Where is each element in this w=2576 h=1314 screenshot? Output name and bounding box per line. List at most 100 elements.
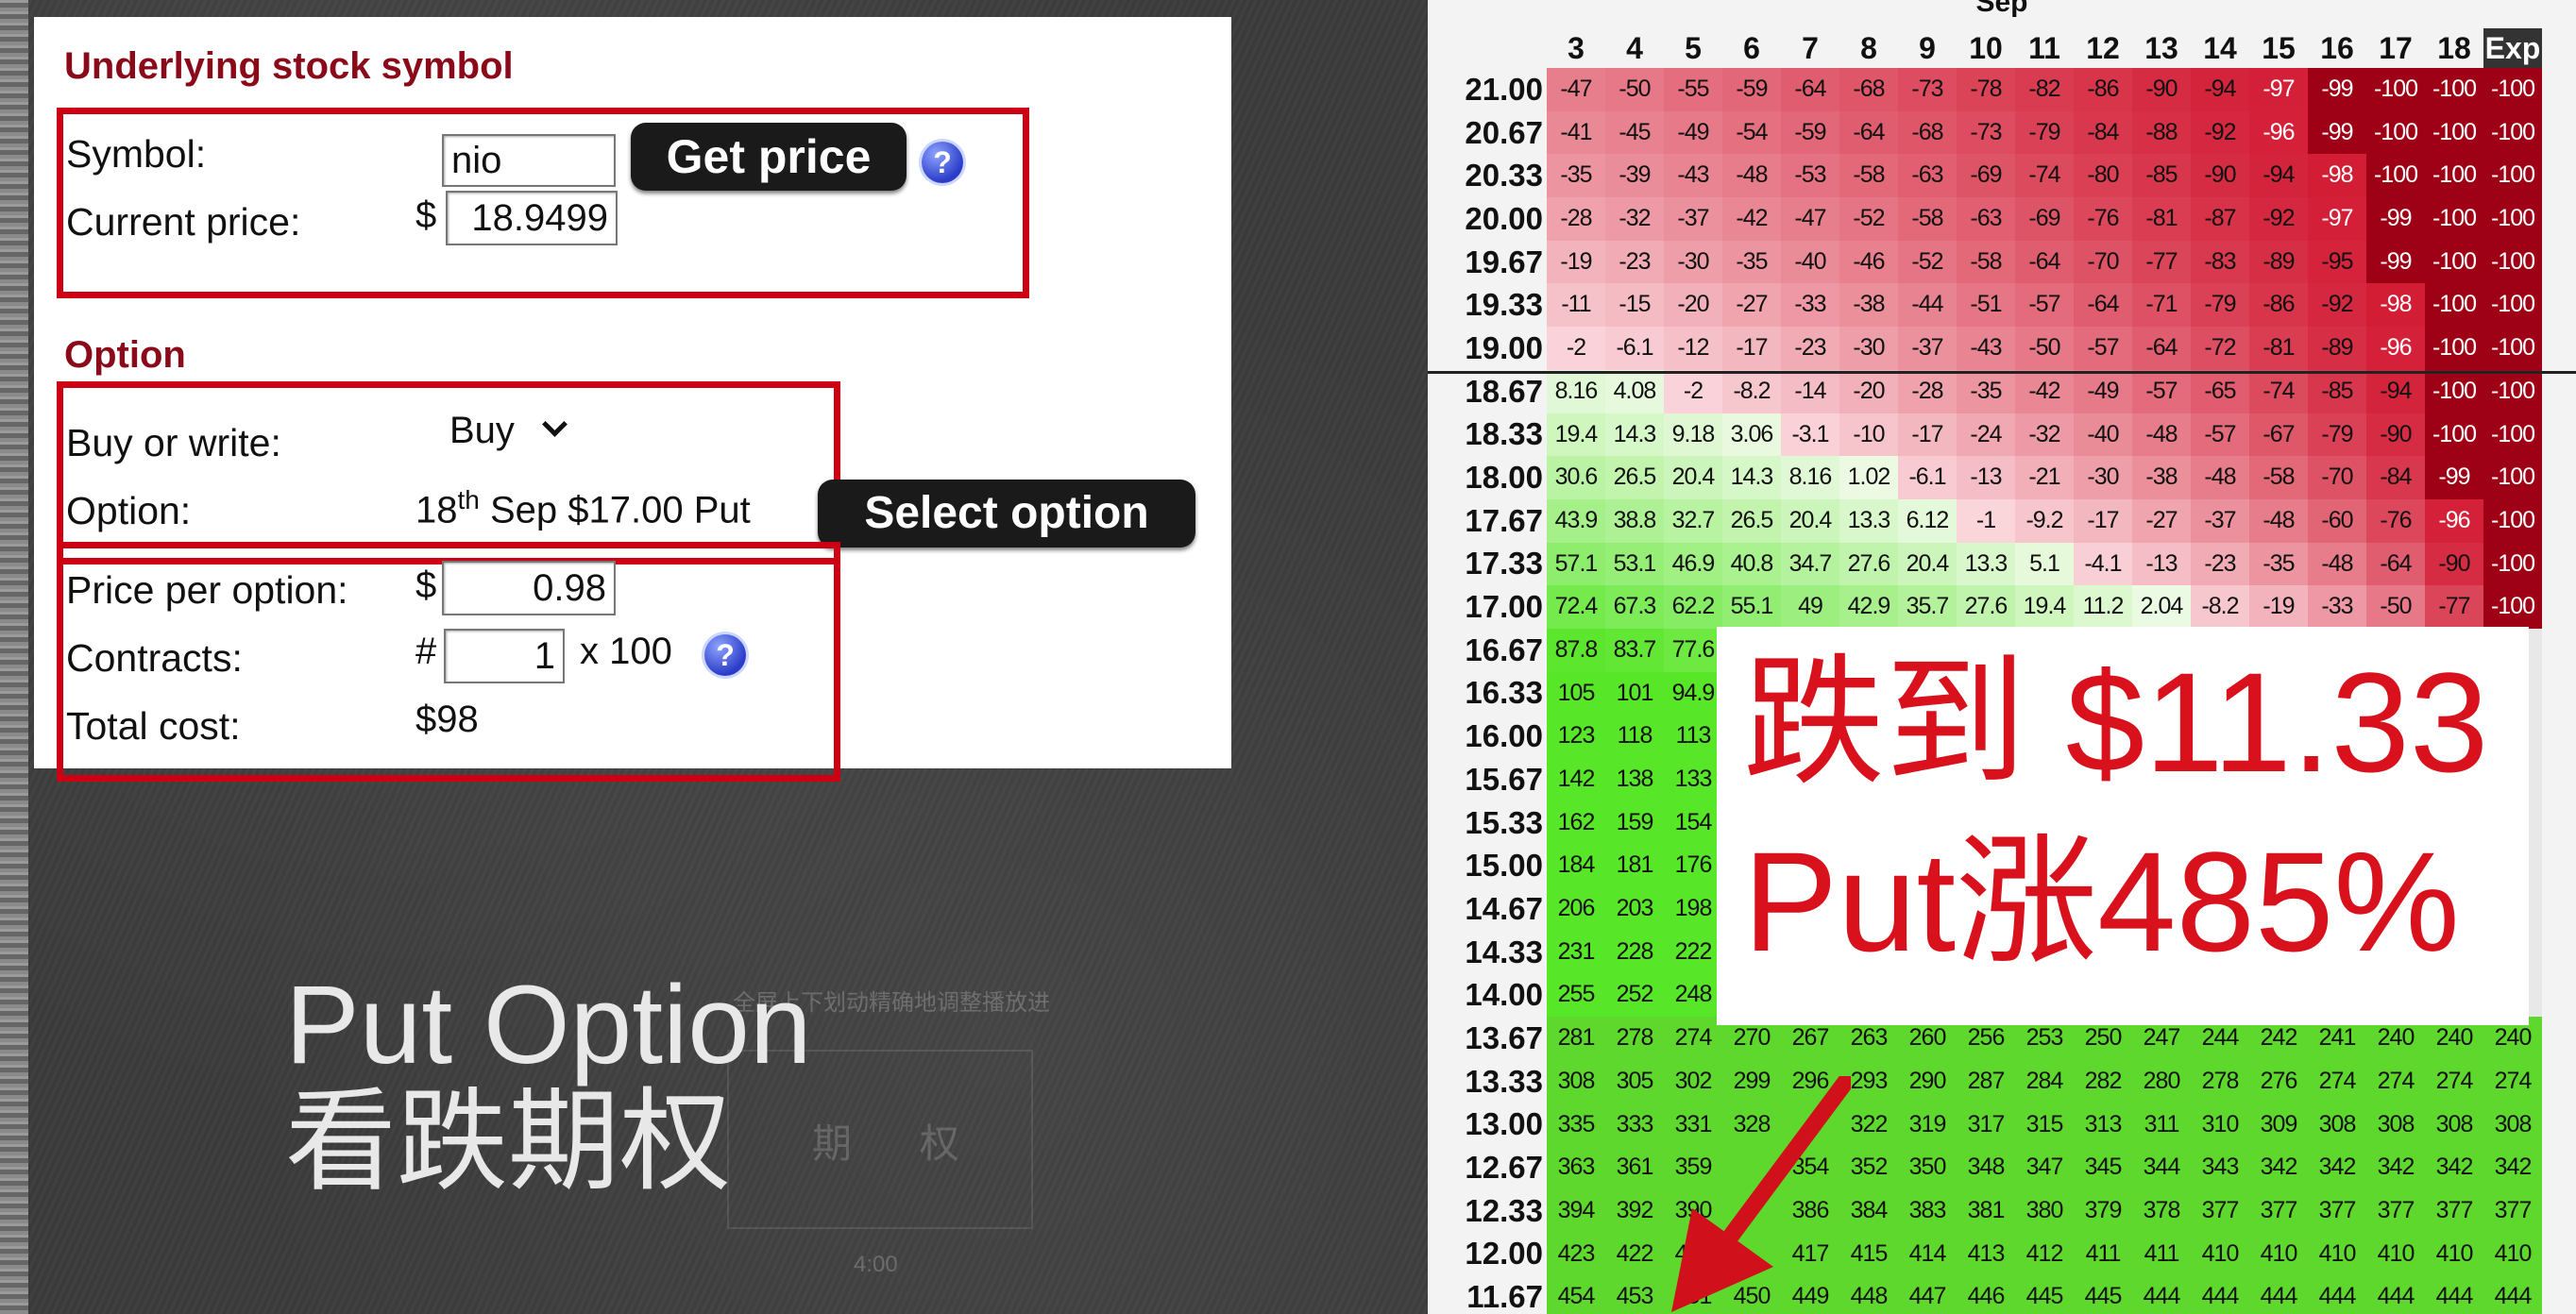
row-price-label: 17.33	[1465, 546, 1543, 581]
help-icon[interactable]: ?	[922, 142, 963, 183]
table-cell: -43	[1664, 154, 1722, 198]
table-cell: 57.1	[1547, 542, 1605, 586]
table-cell: -47	[1781, 197, 1839, 241]
table-cell: -100	[2425, 68, 2483, 111]
table-cell: 377	[2425, 1188, 2483, 1233]
table-cell: 361	[1605, 1146, 1664, 1189]
row-price-label: 20.00	[1465, 200, 1543, 236]
table-cell: -54	[1722, 110, 1781, 155]
table-cell: -89	[2308, 327, 2366, 370]
table-cell: -100	[2483, 542, 2542, 586]
table-cell: 274	[2366, 1059, 2425, 1103]
table-cell: 42.9	[1839, 585, 1898, 629]
table-row: 19.00 -2 -6.1 -12 -17 -23 -30 -37 -43 -50 -57 -64 -7…	[1428, 327, 2542, 370]
option-description: Sep $17.00 Put	[489, 489, 751, 531]
table-cell: 308	[2308, 1103, 2366, 1147]
row-price-label: 16.33	[1465, 675, 1543, 711]
table-cell: 454	[1547, 1275, 1605, 1314]
current-price-input[interactable]	[446, 191, 618, 245]
table-cell: 410	[2249, 1232, 2308, 1276]
table-cell: -83	[2191, 240, 2249, 284]
column-header: 9	[1919, 31, 1936, 65]
red-arrow-icon	[1671, 1076, 1851, 1312]
table-cell: 154	[1664, 800, 1722, 845]
table-cell: -71	[2132, 283, 2191, 328]
select-option-button[interactable]: Select option	[818, 480, 1195, 548]
table-cell: -64	[1839, 110, 1898, 155]
table-cell: 414	[1898, 1232, 1957, 1276]
table-row: 18.67 8.16 4.08 -2 -8.2 -14 -20 -28 -35 -42 -49 -57…	[1428, 369, 2542, 413]
table-cell: -94	[2366, 369, 2425, 413]
table-cell: -37	[2191, 498, 2249, 543]
table-row: 20.00 -28 -32 -37 -42 -47 -52 -58 -63 -69 -76 -81 -8…	[1428, 197, 2542, 241]
table-cell: -32	[1605, 197, 1664, 241]
table-cell: -10	[1839, 413, 1898, 457]
table-cell: -79	[2015, 110, 2074, 155]
table-cell: -100	[2483, 68, 2542, 111]
table-cell: 345	[2074, 1146, 2132, 1189]
table-cell: 8.16	[1781, 456, 1839, 499]
table-cell: -50	[2015, 327, 2074, 370]
table-cell: -89	[2249, 240, 2308, 284]
table-cell: 203	[1605, 887, 1664, 931]
buy-write-select[interactable]: Buy	[449, 410, 568, 452]
get-price-button[interactable]: Get price	[631, 123, 907, 191]
table-cell: 343	[2191, 1146, 2249, 1189]
table-cell: -6.1	[1898, 456, 1957, 499]
table-cell: 2.04	[2132, 585, 2191, 629]
table-cell: -96	[2366, 327, 2425, 370]
table-row: 20.33 -35 -39 -43 -48 -53 -58 -63 -69 -74 -80 -85 -9…	[1428, 154, 2542, 198]
help-icon[interactable]: ?	[704, 634, 746, 676]
table-cell: 445	[2074, 1275, 2132, 1314]
table-cell: -11	[1547, 283, 1605, 328]
table-cell: 335	[1547, 1103, 1605, 1147]
table-cell: -63	[1898, 154, 1957, 198]
column-header: 8	[1860, 31, 1877, 65]
table-cell: -64	[2015, 240, 2074, 284]
contracts-input[interactable]	[444, 629, 565, 683]
table-cell: -73	[1957, 110, 2015, 155]
table-cell: 113	[1664, 715, 1722, 758]
table-row: 12.67 363 361 359 354 352 350 348 347 345 344 343 34…	[1428, 1146, 2542, 1189]
table-cell: 35.7	[1898, 585, 1957, 629]
current-price-label: Current price:	[66, 200, 301, 244]
table-cell: 377	[2191, 1188, 2249, 1233]
table-cell: -100	[2425, 240, 2483, 284]
table-cell: -92	[2191, 110, 2249, 155]
table-cell: 411	[2074, 1232, 2132, 1276]
table-cell: 11.2	[2074, 585, 2132, 629]
table-cell: 276	[2249, 1059, 2308, 1103]
row-price-label: 15.00	[1465, 848, 1543, 884]
table-cell: -90	[2425, 542, 2483, 586]
table-cell: -69	[1957, 154, 2015, 198]
table-cell: -90	[2191, 154, 2249, 198]
table-cell: 342	[2249, 1146, 2308, 1189]
table-cell: 32.7	[1664, 498, 1722, 543]
table-cell: 446	[1957, 1275, 2015, 1314]
buy-write-value: Buy	[449, 410, 515, 451]
table-cell: -19	[1547, 240, 1605, 284]
table-cell: 282	[2074, 1059, 2132, 1103]
table-cell: -73	[1898, 68, 1957, 111]
symbol-input[interactable]	[442, 134, 616, 187]
table-cell: -74	[2249, 369, 2308, 413]
table-cell: 305	[1605, 1059, 1664, 1103]
table-cell: 377	[2366, 1188, 2425, 1233]
table-cell: -48	[2132, 413, 2191, 457]
current-price-prefix: $	[415, 194, 437, 236]
table-cell: -20	[1664, 283, 1722, 328]
table-row: 18.33 19.4 14.3 9.18 3.06 -3.1 -10 -17 -24 -32 -40…	[1428, 413, 2542, 457]
table-cell: -3.1	[1781, 413, 1839, 457]
table-cell: -33	[2308, 585, 2366, 629]
table-cell: -95	[2308, 240, 2366, 284]
table-cell: -55	[1664, 68, 1722, 111]
table-cell: 342	[2483, 1146, 2542, 1189]
table-cell: 377	[2249, 1188, 2308, 1233]
table-cell: -35	[1957, 369, 2015, 413]
price-per-option-input[interactable]	[442, 561, 616, 615]
table-cell: -97	[2249, 68, 2308, 111]
video-seek-time: 4:00	[854, 1252, 898, 1277]
row-price-label: 16.00	[1465, 718, 1543, 754]
table-cell: -53	[1781, 154, 1839, 198]
row-price-label: 20.67	[1465, 114, 1543, 150]
